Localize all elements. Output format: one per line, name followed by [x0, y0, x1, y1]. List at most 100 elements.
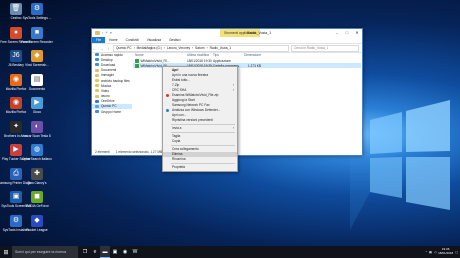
context-menu-label: Samsung Network PC Fax — [172, 103, 210, 107]
app-icon: ◐ — [31, 120, 43, 133]
undo-icon[interactable]: ↶ — [105, 31, 108, 35]
breadcrumb-item[interactable]: Questo PC — [116, 46, 132, 50]
close-button[interactable]: ✕ — [352, 29, 362, 37]
desktop-icon[interactable]: ✚ Tom Clancy's — [17, 167, 57, 185]
tab-home[interactable]: Home — [105, 38, 122, 42]
tab-manage[interactable]: Gestisci — [165, 38, 184, 42]
desktop-icon[interactable]: ◆ Vinci Screensh... — [17, 50, 57, 67]
context-menu-item[interactable]: Rinomina — [163, 157, 237, 162]
windows-logo-wallpaper — [350, 80, 450, 230]
breadcrumb[interactable]: Questo PC › MediaMagics (G:) › Lavoro_Vmoney… — [113, 44, 289, 52]
clock[interactable]: 19:36 18/01/2018 — [438, 248, 453, 255]
save-icon[interactable]: ▪ — [102, 31, 103, 35]
desktop-icon[interactable]: ▶ Gioco — [17, 97, 57, 114]
desktop-icon[interactable]: ⚙ SysTools Settings ... — [17, 3, 57, 20]
sidebar-item-label: Documenti — [101, 68, 117, 73]
network-icon[interactable]: ▦ — [429, 250, 432, 254]
tab-file[interactable]: File — [92, 37, 106, 43]
column-size[interactable]: Dimensione — [239, 53, 261, 57]
sidebar-item[interactable]: Gruppo Home — [92, 109, 132, 114]
sidebar-item-label: Video — [101, 88, 110, 93]
context-menu-label: 7-Zip — [172, 83, 180, 87]
context-menu-label: Estrai tutto... — [172, 78, 190, 82]
word-icon[interactable]: W — [130, 246, 140, 258]
desktop-icon[interactable]: ■ Free Screen Recorder — [17, 26, 57, 44]
folder-icon — [95, 89, 99, 93]
tab-view[interactable]: Visualizza — [143, 38, 165, 42]
back-arrow-icon[interactable]: ← — [92, 46, 97, 51]
chevron-down-icon[interactable]: ▾ — [110, 31, 112, 35]
desktop-icon-label: Documento — [28, 86, 46, 91]
sidebar-item-label: Immagini — [101, 73, 114, 78]
sidebar-item-label: Download — [101, 62, 116, 67]
up-arrow-icon[interactable]: ↑ — [106, 46, 111, 51]
desktop-icon-label: Rocket League — [26, 227, 48, 232]
store-icon[interactable]: ▣ — [110, 246, 120, 258]
title-bar[interactable]: ▪ ↶ ▾ Strumenti applicazioni Radio_Vozia… — [92, 29, 362, 37]
desktop-icon[interactable]: ◐ Lunar Scan Tesla 8 — [17, 120, 57, 138]
forward-arrow-icon[interactable]: → — [99, 46, 104, 51]
notifications-icon[interactable]: ▢ — [455, 250, 458, 254]
context-menu-label: Ripristina versioni precedenti — [172, 118, 213, 122]
breadcrumb-separator-icon: › — [163, 46, 165, 50]
context-menu-label: CRC SHA — [172, 88, 187, 92]
desktop-icon[interactable]: ▤ Documento — [17, 73, 57, 91]
context-menu-label: Apri con... — [172, 113, 187, 117]
breadcrumb-separator-icon: › — [133, 46, 135, 50]
sidebar-item-label: Accesso rapido — [101, 52, 123, 57]
app-icon: ■ — [31, 26, 43, 39]
context-menu-label: Apri — [172, 68, 179, 72]
sidebar-item-label: Desktop — [101, 57, 113, 62]
desktop-icon[interactable]: ◼ NVIDIA GeForce — [17, 191, 57, 208]
desktop-icon-label: Vinci Screensh... — [25, 63, 49, 67]
desktop-icon-label: Gioco — [32, 110, 42, 114]
context-menu-item[interactable]: Copia — [163, 139, 237, 144]
chevron-up-icon[interactable]: ^ — [426, 250, 427, 254]
app-icon: ✚ — [31, 167, 43, 180]
sidebar-item-label: archivio backup files — [101, 78, 130, 83]
taskbar-search-input[interactable]: Scrivi qui per eseguire la ricerca — [12, 246, 78, 258]
context-menu-label: Esamina WiMatchoVtvid_File.zip — [172, 93, 219, 97]
volume-icon[interactable]: ◁ — [434, 250, 436, 254]
maximize-button[interactable]: □ — [342, 29, 352, 37]
app-icon: ⚙ — [31, 3, 43, 15]
minimize-button[interactable]: – — [332, 29, 342, 37]
edge-icon[interactable]: e — [90, 246, 100, 258]
pinned-apps: ❐ e ▬ ▣ ◉ W — [80, 246, 140, 258]
folder-icon — [95, 104, 99, 108]
breadcrumb-item[interactable]: MediaMagics (G:) — [137, 46, 162, 50]
desktop-icon-label: Lunar Scan Tesla 8 — [23, 133, 51, 138]
breadcrumb-item[interactable]: Saturn — [195, 46, 204, 50]
breadcrumb-item[interactable]: Lavoro_Vmoney — [167, 46, 190, 50]
column-name[interactable]: Nome — [133, 53, 187, 57]
desktop-icon-label: Tom Clancy's — [27, 180, 47, 185]
start-button[interactable]: ⊞ — [0, 246, 12, 258]
search-input[interactable]: Cerca in Radio_Vozia_1 — [291, 44, 359, 52]
context-menu-item[interactable]: Ripristina versioni precedenti — [163, 118, 237, 123]
desktop-icon[interactable]: ◆ Rocket League — [17, 214, 57, 232]
firefox-icon[interactable]: ◉ — [120, 246, 130, 258]
desktop-icon-label: SysTools Settings ... — [22, 16, 52, 20]
menu-item-icon — [166, 109, 169, 112]
context-menu-item[interactable]: Invia a › — [163, 126, 237, 131]
task-view-icon[interactable]: ❐ — [80, 246, 90, 258]
file-type: Applicazione — [213, 58, 232, 63]
file-explorer-icon[interactable]: ▬ — [100, 246, 110, 258]
ribbon-tabs: File Home Condividi Visualizza Gestisci — [92, 37, 362, 44]
context-menu-item[interactable]: Proprietà — [163, 165, 237, 170]
context-menu-label: Invia a — [172, 126, 182, 130]
status-count: 2 elementi — [95, 150, 110, 154]
desktop-icon[interactable]: ◍ CyberSearch Italiano — [17, 144, 57, 161]
app-icon: ◆ — [31, 214, 43, 227]
column-date[interactable]: Ultima modifica — [187, 53, 213, 57]
breadcrumb-separator-icon: › — [206, 46, 208, 50]
breadcrumb-separator-icon: › — [192, 46, 194, 50]
menu-item-icon — [166, 94, 169, 97]
column-type[interactable]: Tipo — [213, 53, 239, 57]
breadcrumb-item[interactable]: Radio_Vozia_1 — [210, 46, 231, 50]
folder-icon — [95, 63, 99, 67]
tab-share[interactable]: Condividi — [122, 38, 143, 42]
desktop-icon-label: NVIDIA GeForce — [25, 204, 49, 208]
context-menu: Apri Apri in una nuova finestra Estrai tut… — [162, 66, 238, 172]
context-menu-label: Taglia — [172, 134, 181, 138]
